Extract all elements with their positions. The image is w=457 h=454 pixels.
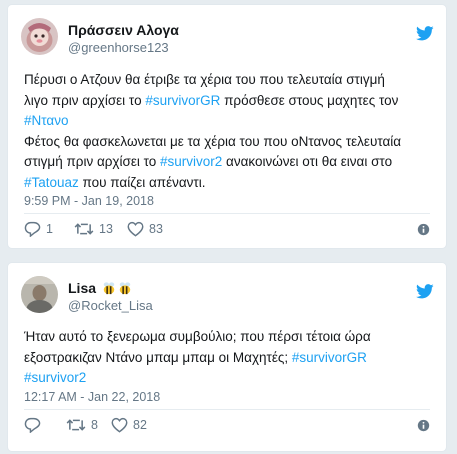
retweet-icon bbox=[74, 223, 94, 235]
text-segment: που παίζει απέναντι. bbox=[78, 174, 206, 190]
tweet-actions: 8 82 bbox=[24, 417, 430, 437]
text-segment: Ήταν αυτό το ξενερωμα συμβούλιο; που πέρ… bbox=[24, 329, 371, 344]
reply-button[interactable] bbox=[24, 417, 46, 433]
tweet-text-line: #Ντανο bbox=[24, 111, 436, 132]
hashtag-link[interactable]: #survivorGR bbox=[292, 350, 367, 365]
tweet-text-line: στιγμή πριν αρχίσει το #survivor2 ανακοι… bbox=[24, 152, 436, 173]
tweet-text-line: Ήταν αυτό το ξενερωμα συμβούλιο; που πέρ… bbox=[24, 327, 436, 348]
reply-button[interactable]: 1 bbox=[24, 221, 53, 237]
retweet-count: 13 bbox=[99, 222, 113, 236]
hashtag-link[interactable]: #survivor2 bbox=[24, 370, 86, 385]
like-count: 82 bbox=[133, 418, 147, 432]
avatar[interactable] bbox=[21, 276, 58, 313]
reply-icon bbox=[24, 417, 41, 433]
text-segment: εξοστρακιζαν Ντάνο μπαμ μπαμ οι Μαχητές; bbox=[24, 349, 292, 365]
reply-icon bbox=[24, 221, 41, 237]
hashtag-link[interactable]: #survivorGR bbox=[145, 93, 220, 108]
twitter-bird-icon[interactable] bbox=[416, 26, 434, 41]
retweet-button[interactable]: 13 bbox=[74, 221, 113, 237]
tweet-text: Πέρυσι ο Ατζουν θα έτριβε τα χέρια του π… bbox=[24, 70, 436, 193]
like-icon bbox=[111, 417, 128, 433]
tweet-timestamp[interactable]: 9:59 PM - Jan 19, 2018 bbox=[24, 194, 154, 208]
retweet-icon bbox=[66, 419, 86, 431]
text-segment: Φέτος θα φασκελωνεται με τα χέρια του πο… bbox=[24, 133, 402, 149]
tweet-timestamp[interactable]: 12:17 AM - Jan 22, 2018 bbox=[24, 390, 160, 404]
tweet-text-line: Φέτος θα φασκελωνεται με τα χέρια του πο… bbox=[24, 132, 436, 153]
like-button[interactable]: 83 bbox=[127, 221, 163, 237]
text-segment: στιγμή πριν αρχίσει το bbox=[24, 154, 161, 169]
reply-count: 1 bbox=[46, 222, 53, 236]
display-name-text: Lisa bbox=[68, 280, 97, 296]
tweet-text-line: λιγο πριν αρχίσει το #survivorGR πρόσθεσ… bbox=[24, 91, 436, 112]
info-icon[interactable] bbox=[417, 419, 430, 432]
bee-emoji-icon bbox=[103, 282, 115, 295]
text-segment: λιγο πριν αρχίσει το bbox=[24, 92, 146, 108]
avatar[interactable] bbox=[21, 18, 58, 55]
display-name[interactable]: Lisa bbox=[68, 280, 132, 296]
hashtag-link[interactable]: #survivor2 bbox=[160, 154, 222, 169]
tweet-card[interactable]: Πράσσειν Αλογα @greenhorse123 Πέρυσι ο Α… bbox=[7, 4, 447, 249]
like-icon bbox=[127, 221, 144, 237]
text-segment: ανακοινώνει οτι θα ειναι στο bbox=[222, 154, 393, 169]
hashtag-link[interactable]: #Tatouaz bbox=[24, 175, 79, 190]
text-segment: Πέρυσι ο Ατζουν θα έτριβε τα χέρια του π… bbox=[24, 72, 385, 87]
tweet-text-line: Πέρυσι ο Ατζουν θα έτριβε τα χέρια του π… bbox=[24, 70, 436, 91]
tweet-text-line: #Tatouaz που παίζει απέναντι. bbox=[24, 173, 436, 194]
user-handle[interactable]: @greenhorse123 bbox=[68, 40, 169, 55]
text-segment: πρόσθεσε στους μαχητες τον bbox=[220, 92, 399, 108]
tweet-text: Ήταν αυτό το ξενερωμα συμβούλιο; που πέρ… bbox=[24, 327, 436, 389]
divider bbox=[24, 213, 430, 214]
tweet-card[interactable]: Lisa @Rocket_Lisa Ήταν αυτό το ξενερωμα … bbox=[7, 262, 447, 452]
bee-emoji-icon bbox=[119, 282, 131, 295]
avatar-image bbox=[21, 18, 58, 55]
divider bbox=[24, 409, 430, 410]
avatar-image bbox=[21, 276, 58, 313]
hashtag-link[interactable]: #Ντανο bbox=[24, 113, 68, 128]
tweet-text-line: #survivor2 bbox=[24, 368, 436, 389]
retweet-count: 8 bbox=[91, 418, 98, 432]
tweet-text-line: εξοστρακιζαν Ντάνο μπαμ μπαμ οι Μαχητές;… bbox=[24, 348, 436, 369]
tweet-actions: 1 13 83 bbox=[24, 221, 430, 241]
like-count: 83 bbox=[149, 222, 163, 236]
user-handle[interactable]: @Rocket_Lisa bbox=[68, 298, 153, 313]
display-name[interactable]: Πράσσειν Αλογα bbox=[68, 22, 179, 38]
retweet-button[interactable]: 8 bbox=[66, 417, 98, 433]
like-button[interactable]: 82 bbox=[111, 417, 147, 433]
twitter-bird-icon[interactable] bbox=[416, 284, 434, 299]
info-icon[interactable] bbox=[417, 223, 430, 236]
